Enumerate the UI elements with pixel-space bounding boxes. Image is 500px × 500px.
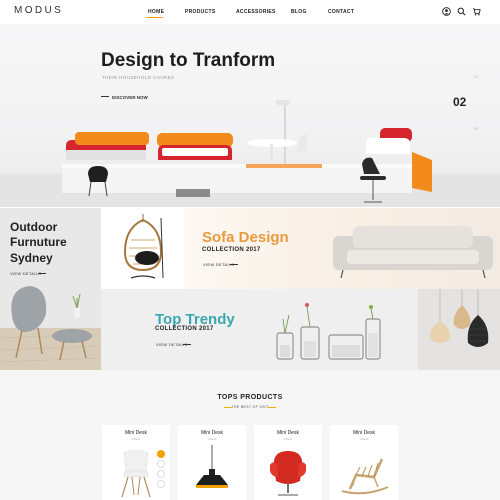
- product-category: Chairs: [359, 437, 369, 441]
- outdoor-view-details-link[interactable]: VIEW DETAILS: [10, 271, 41, 276]
- compare-icon[interactable]: [157, 470, 165, 478]
- subtitle-divider-right: [268, 407, 276, 408]
- user-icon[interactable]: [442, 7, 451, 16]
- outdoor-title-line2: Furnuture: [10, 235, 67, 249]
- arrow-right-icon: [101, 96, 109, 97]
- hero-slider: Design to Tranform THEIR HOUSEHOLD CHORE…: [0, 24, 500, 207]
- nav-home[interactable]: HOME: [148, 9, 164, 15]
- discover-now-link[interactable]: DISCOVER NOW: [112, 95, 148, 100]
- product-card[interactable]: Mini Desk Chairs: [330, 425, 398, 500]
- nav-active-indicator: [146, 17, 163, 18]
- outdoor-title-line3: Sydney: [10, 251, 53, 265]
- products-subtitle: THE BEST OF 2017: [231, 405, 269, 409]
- product-category: Chairs: [131, 437, 141, 441]
- nav-accessories[interactable]: ACCESSORIES: [236, 9, 276, 15]
- vases-illustration: [276, 303, 381, 360]
- rocking-chair-illustration: [341, 458, 389, 495]
- nav-contact[interactable]: CONTACT: [328, 9, 354, 15]
- heart-icon[interactable]: [157, 460, 165, 468]
- banner-sofa-design[interactable]: Sofa Design COLLECTION 2017 VIEW DETAILS: [184, 208, 500, 289]
- arrow-right-icon: [38, 273, 46, 274]
- site-logo[interactable]: MODUS: [14, 5, 63, 16]
- product-card[interactable]: Mini Desk Chairs: [254, 425, 322, 500]
- pendant-lamp-illustration: [196, 445, 228, 488]
- product-category: Chairs: [283, 437, 293, 441]
- slide-indicator-next[interactable]: 03: [474, 126, 478, 131]
- slide-indicator-active[interactable]: 02: [453, 95, 466, 109]
- sofa-collection: COLLECTION 2017: [202, 247, 261, 253]
- hero-subtitle: THEIR HOUSEHOLD CHORES: [102, 75, 175, 80]
- slide-indicator-prev[interactable]: 01: [474, 74, 478, 79]
- product-name[interactable]: Mini Desk: [254, 430, 322, 436]
- product-name[interactable]: Mini Desk: [330, 430, 398, 436]
- outdoor-title-line1: Outdoor: [10, 220, 58, 234]
- product-name[interactable]: Mini Desk: [102, 430, 170, 436]
- nav-blog[interactable]: BLOG: [291, 9, 307, 15]
- banner-lamps[interactable]: [418, 289, 500, 370]
- trendy-collection: COLLECTION 2017: [155, 326, 214, 332]
- banner-hanging-chair[interactable]: [101, 208, 184, 289]
- top-products-section: TOPS PRODUCTS THE BEST OF 2017 Mini Desk…: [0, 370, 500, 500]
- lamps-illustration: [429, 289, 489, 347]
- product-category: Chairs: [207, 437, 217, 441]
- hanging-chair-illustration: [123, 214, 164, 279]
- products-title: TOPS PRODUCTS: [217, 394, 283, 401]
- banner-top-trendy[interactable]: Top Trendy COLLECTION 2017 VIEW DETAILS: [101, 289, 418, 370]
- search-icon[interactable]: [457, 7, 466, 16]
- cart-icon[interactable]: [157, 450, 165, 458]
- product-name[interactable]: Mini Desk: [178, 430, 246, 436]
- banner-outdoor[interactable]: Outdoor Furnuture Sydney VIEW DETAILS: [0, 208, 101, 370]
- egg-chair-illustration: [270, 451, 306, 496]
- nav-products[interactable]: PRODUCTS: [185, 9, 215, 15]
- quick-view-icon[interactable]: [157, 480, 165, 488]
- arrow-right-icon: [230, 264, 238, 265]
- cart-icon[interactable]: [472, 7, 481, 16]
- white-chair-illustration: [121, 449, 151, 498]
- sofa-title: Sofa Design: [202, 229, 289, 246]
- hero-title: Design to Tranform: [101, 50, 276, 71]
- sofa-illustration: [333, 226, 493, 279]
- product-card[interactable]: Mini Desk Chairs: [178, 425, 246, 500]
- site-header: MODUS HOME PRODUCTS ACCESSORIES BLOG CON…: [0, 0, 500, 24]
- arrow-right-icon: [183, 344, 191, 345]
- product-card[interactable]: Mini Desk Chairs: [102, 425, 170, 500]
